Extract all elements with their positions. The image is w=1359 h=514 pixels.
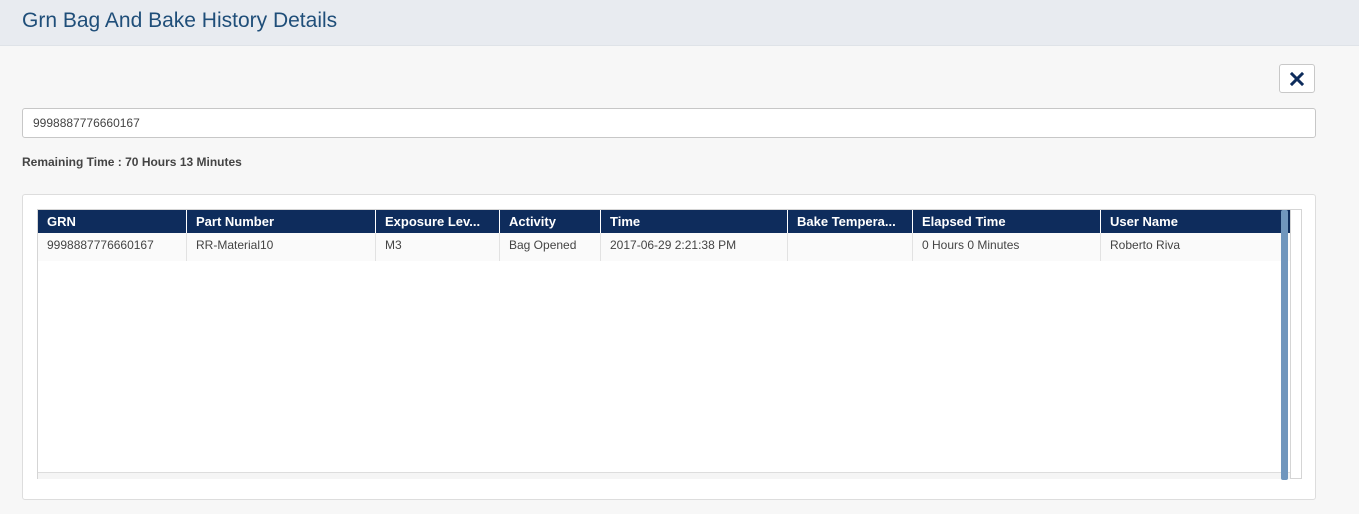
column-header-activity[interactable]: Activity bbox=[500, 210, 601, 233]
cell-part-number: RR-Material10 bbox=[187, 233, 376, 261]
cell-exposure-level: M3 bbox=[376, 233, 500, 261]
history-grid: GRN Part Number Exposure Lev... Activity… bbox=[37, 209, 1302, 479]
vertical-scrollbar[interactable] bbox=[1281, 210, 1288, 480]
cell-elapsed-time: 0 Hours 0 Minutes bbox=[913, 233, 1101, 261]
column-header-user-name[interactable]: User Name bbox=[1101, 210, 1290, 233]
grid-divider bbox=[1290, 210, 1291, 478]
grn-search-input[interactable] bbox=[22, 108, 1316, 138]
close-icon bbox=[1290, 71, 1304, 86]
grid-header-row: GRN Part Number Exposure Lev... Activity… bbox=[38, 210, 1290, 233]
column-header-grn[interactable]: GRN bbox=[38, 210, 187, 233]
column-header-part-number[interactable]: Part Number bbox=[187, 210, 376, 233]
column-header-elapsed-time[interactable]: Elapsed Time bbox=[913, 210, 1101, 233]
table-row[interactable]: 9998887776660167 RR-Material10 M3 Bag Op… bbox=[38, 233, 1290, 261]
history-panel: GRN Part Number Exposure Lev... Activity… bbox=[22, 194, 1316, 500]
horizontal-scrollbar[interactable] bbox=[38, 472, 1290, 479]
column-header-bake-temperature[interactable]: Bake Tempera... bbox=[788, 210, 913, 233]
column-header-time[interactable]: Time bbox=[601, 210, 788, 233]
cell-user-name: Roberto Riva bbox=[1110, 238, 1181, 252]
remaining-time-label: Remaining Time : 70 Hours 13 Minutes bbox=[22, 155, 242, 169]
cell-activity: Bag Opened bbox=[500, 233, 601, 261]
cell-grn: 9998887776660167 bbox=[38, 233, 187, 261]
column-header-exposure-level[interactable]: Exposure Lev... bbox=[376, 210, 500, 233]
cell-bake-temperature bbox=[788, 233, 913, 261]
dialog-header: Grn Bag And Bake History Details bbox=[0, 0, 1359, 46]
close-button[interactable] bbox=[1279, 64, 1315, 93]
dialog-title: Grn Bag And Bake History Details bbox=[22, 9, 338, 32]
cell-time: 2017-06-29 2:21:38 PM bbox=[601, 233, 788, 261]
